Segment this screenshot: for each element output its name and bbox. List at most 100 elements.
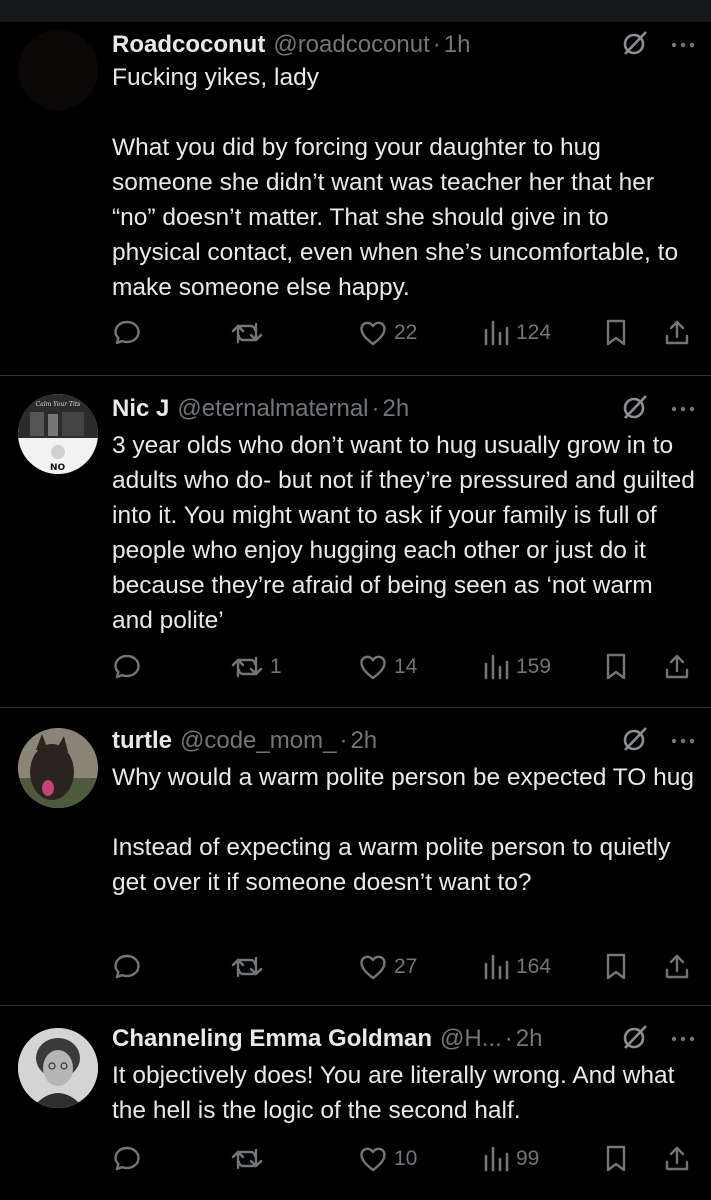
tweet-text: It objectively does! You are literally w… [112,1062,682,1124]
tweet-actions: 10 99 [112,1142,695,1176]
separator-dot: · [504,1025,513,1052]
views-button[interactable]: 164 [482,950,551,984]
grok-slash-icon[interactable] [621,29,649,62]
retweet-icon [230,952,264,982]
retweet-button[interactable]: 1 [230,650,282,684]
author-name[interactable]: Roadcoconut [112,31,265,59]
more-horizontal-icon[interactable] [671,732,695,750]
tweet-actions: 22 124 [112,316,695,350]
tweet-roadcoconut[interactable]: Roadcoconut @roadcoconut · 1h Fucking yi… [0,22,711,376]
views-bars-icon [482,952,510,982]
share-button[interactable] [662,316,692,350]
author-handle[interactable]: @eternalmaternal [177,395,368,423]
share-button[interactable] [662,1142,692,1176]
tweet-channeling-emma-goldman[interactable]: Channeling Emma Goldman @H... · 2h It ob… [0,1006,711,1200]
tweet-turtle[interactable]: turtle @code_mom_ · 2h Why would a warm … [0,708,711,1006]
tweet-actions: 27 164 [112,950,695,984]
bookmark-icon [604,318,628,348]
share-icon [662,1144,692,1174]
separator-dot: · [339,727,348,754]
bookmark-button[interactable] [604,650,628,684]
author-name[interactable]: Nic J [112,395,169,423]
avatar[interactable] [18,30,98,110]
retweet-button[interactable] [230,1142,270,1176]
views-bars-icon [482,318,510,348]
reply-bubble-icon [112,952,142,982]
timestamp[interactable]: 1h [444,31,471,59]
views-button[interactable]: 159 [482,650,551,684]
tweet-text: Why would a warm polite person be expect… [112,764,694,896]
like-button[interactable]: 10 [358,1142,417,1176]
reply-bubble-icon [112,318,142,348]
avatar-caption-bottom: NO [50,463,66,473]
bookmark-icon [604,1144,628,1174]
reply-button[interactable] [112,950,148,984]
tweet-header: Roadcoconut @roadcoconut · 1h [112,28,695,62]
share-icon [662,318,692,348]
avatar[interactable] [18,1028,98,1108]
like-count: 10 [394,1147,418,1170]
tweet-header: turtle @code_mom_ · 2h [112,724,695,758]
bookmark-button[interactable] [604,316,628,350]
avatar[interactable] [18,728,98,808]
retweet-icon [230,1144,264,1174]
views-button[interactable]: 124 [482,316,551,350]
views-button[interactable]: 99 [482,1142,539,1176]
grok-slash-icon[interactable] [621,1023,649,1056]
heart-icon [358,1144,388,1174]
heart-icon [358,652,388,682]
reply-button[interactable] [112,1142,148,1176]
more-horizontal-icon[interactable] [671,1030,695,1048]
share-button[interactable] [662,950,692,984]
tweet-header: Nic J @eternalmaternal · 2h [112,392,695,426]
reply-button[interactable] [112,316,148,350]
author-handle[interactable]: @H... [440,1025,502,1053]
timestamp[interactable]: 2h [350,727,377,755]
author-name[interactable]: turtle [112,727,172,755]
avatar-caption-top: Calm Your Tits [36,401,81,408]
reply-bubble-icon [112,652,142,682]
tweet-nic-j[interactable]: Calm Your Tits NO Nic J @eternalmaternal… [0,376,711,708]
views-count: 164 [516,955,552,978]
like-count: 22 [394,321,418,344]
timestamp[interactable]: 2h [383,395,410,423]
retweet-button[interactable] [230,316,270,350]
tweet-text: 3 year olds who don’t want to hug usuall… [112,432,702,634]
avatar[interactable]: Calm Your Tits NO [18,394,98,474]
top-status-strip [0,0,711,22]
like-button[interactable]: 27 [358,950,417,984]
tweet-header: Channeling Emma Goldman @H... · 2h [112,1022,695,1056]
retweet-button[interactable] [230,950,270,984]
bookmark-icon [604,952,628,982]
retweet-icon [230,318,264,348]
like-count: 14 [394,655,418,678]
author-handle[interactable]: @code_mom_ [180,727,336,755]
like-button[interactable]: 22 [358,316,417,350]
share-icon [662,652,692,682]
heart-icon [358,952,388,982]
grok-slash-icon[interactable] [621,393,649,426]
reply-button[interactable] [112,650,148,684]
heart-icon [358,318,388,348]
timestamp[interactable]: 2h [516,1025,543,1053]
share-icon [662,952,692,982]
like-count: 27 [394,955,418,978]
author-name[interactable]: Channeling Emma Goldman [112,1025,432,1053]
grok-slash-icon[interactable] [621,725,649,758]
author-handle[interactable]: @roadcoconut [273,31,429,59]
tweet-text: Fucking yikes, lady What you did by forc… [112,64,679,301]
views-count: 159 [516,655,552,678]
like-button[interactable]: 14 [358,650,417,684]
reply-bubble-icon [112,1144,142,1174]
bookmark-button[interactable] [604,1142,628,1176]
separator-dot: · [371,395,380,422]
views-bars-icon [482,1144,510,1174]
share-button[interactable] [662,650,692,684]
more-horizontal-icon[interactable] [671,400,695,418]
retweet-icon [230,652,264,682]
views-count: 99 [516,1147,540,1170]
more-horizontal-icon[interactable] [671,36,695,54]
tweet-actions: 1 14 159 [112,650,695,684]
views-bars-icon [482,652,510,682]
bookmark-button[interactable] [604,950,628,984]
